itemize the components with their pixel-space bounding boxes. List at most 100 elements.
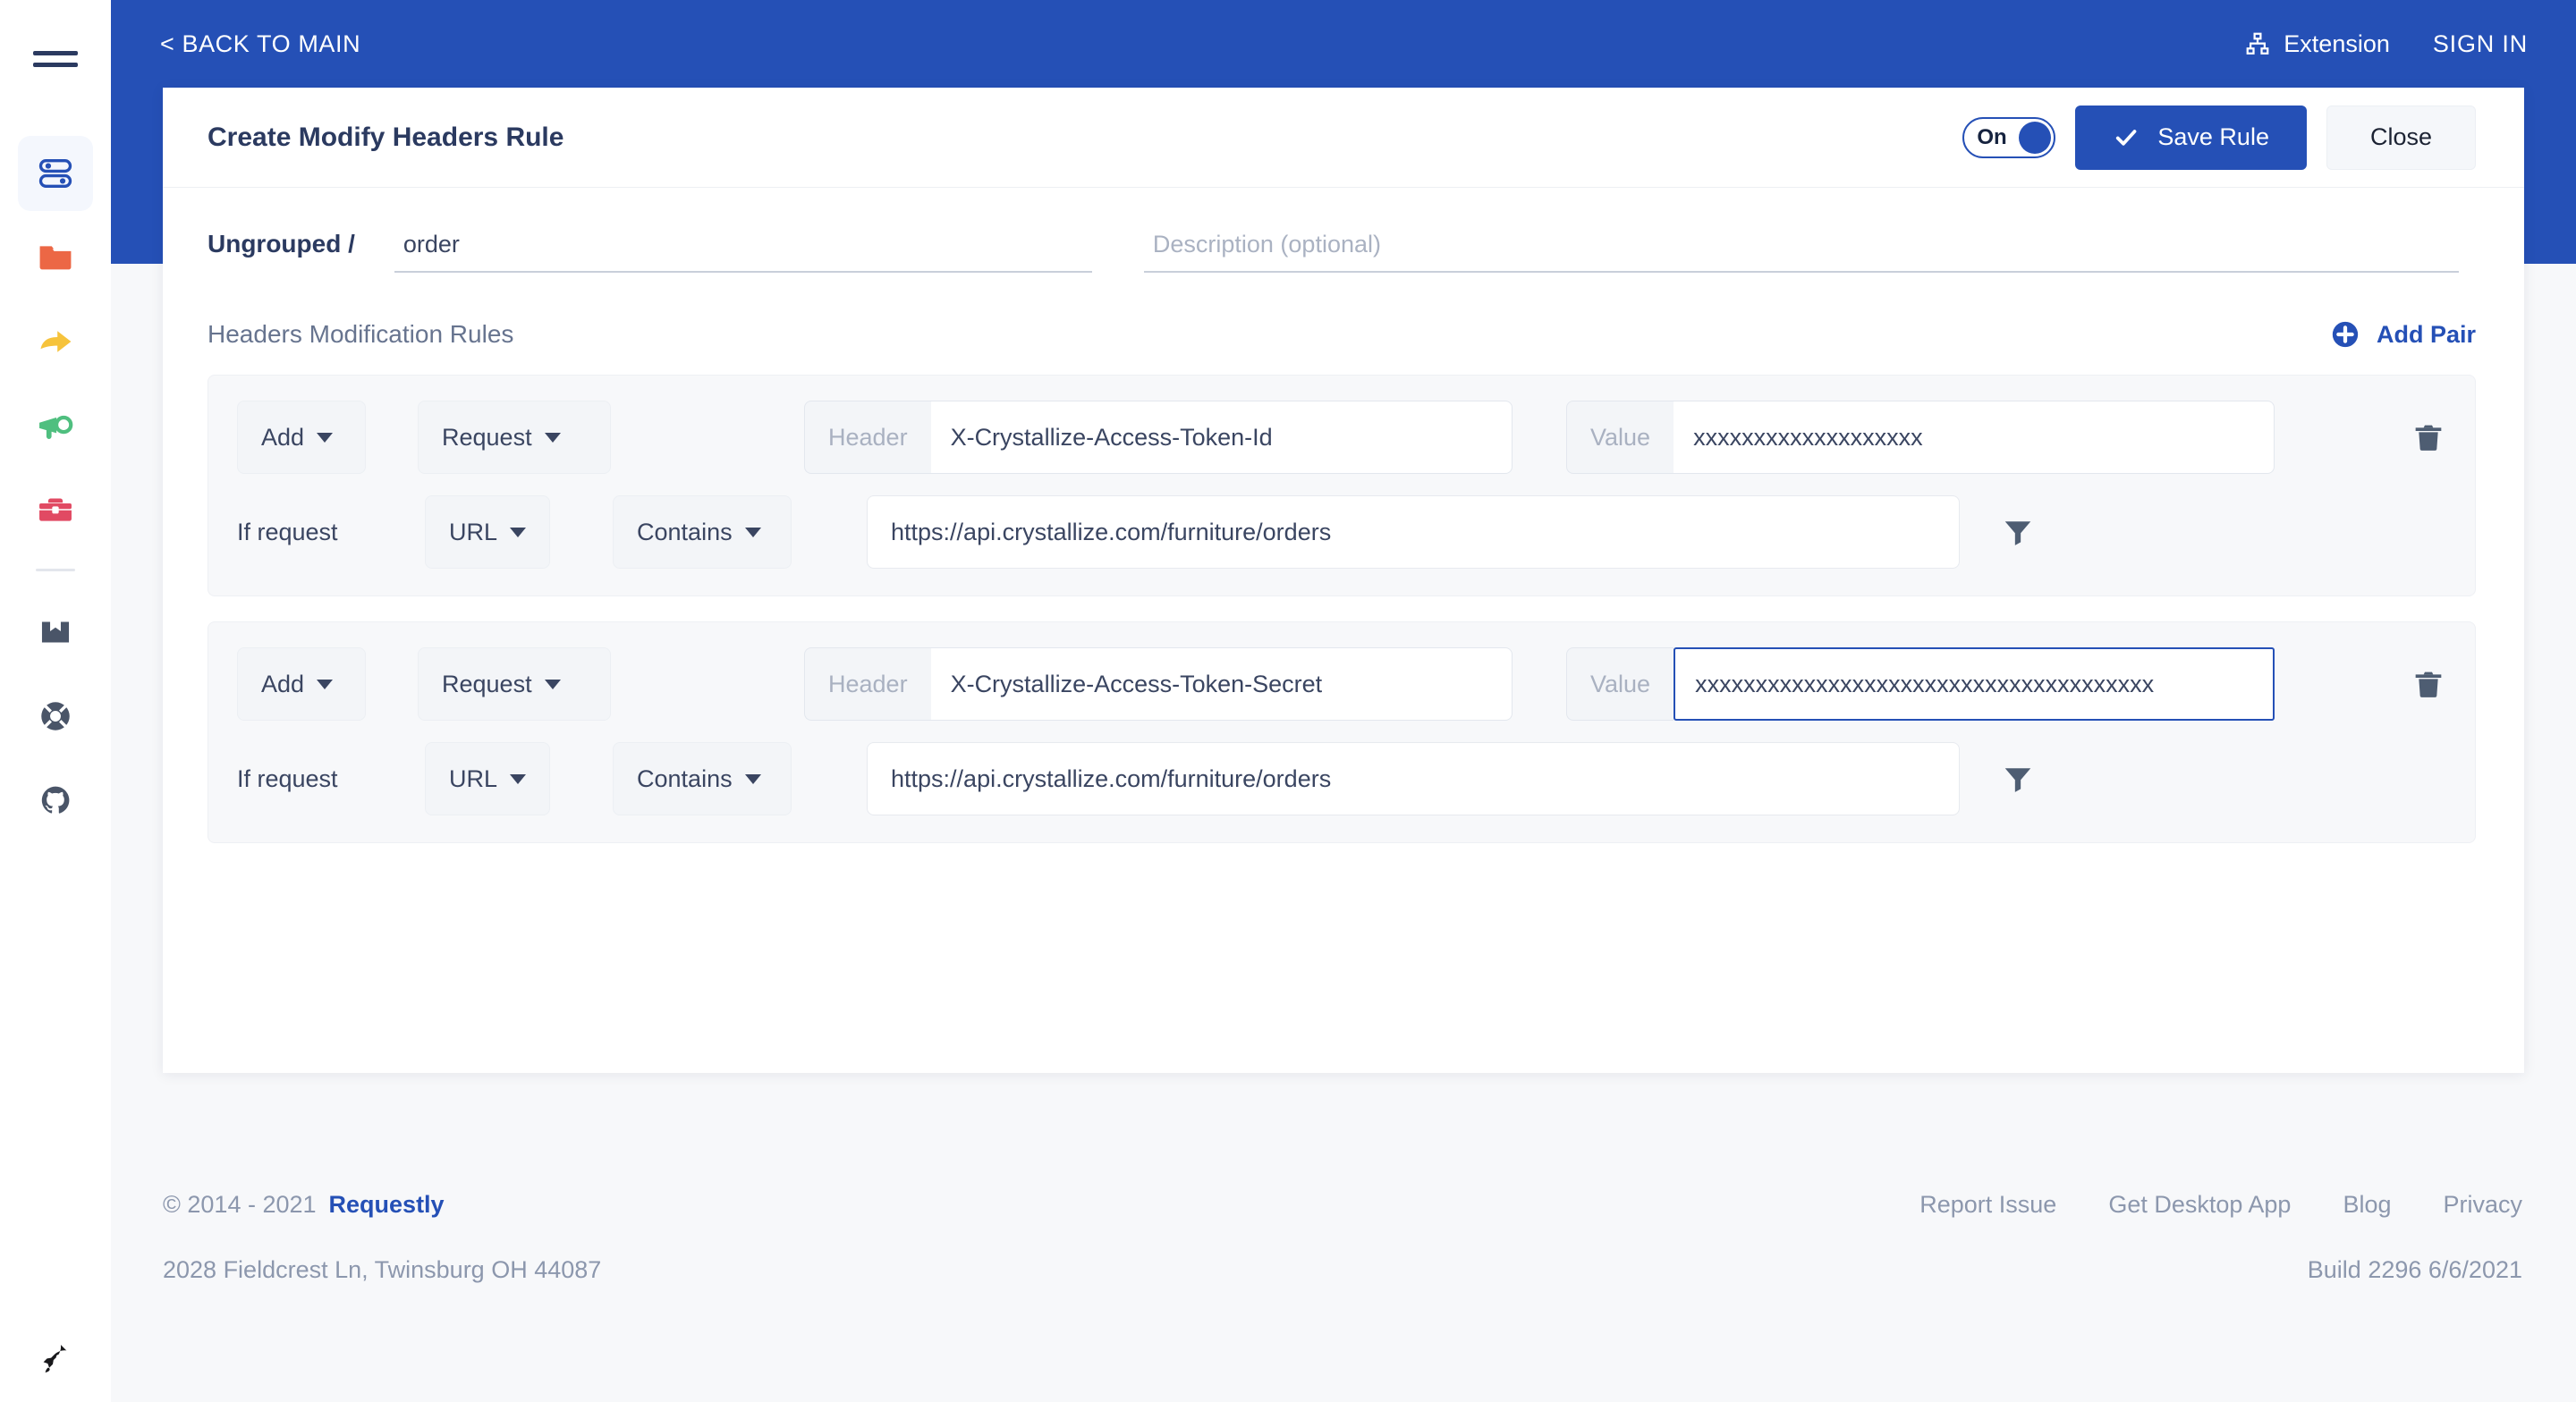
chevron-down-icon (317, 679, 334, 689)
header-pair-modify-row: Add Request Header Value (237, 401, 2446, 474)
toolbox-icon (39, 498, 72, 521)
footer-row-bottom: 2028 Fieldcrest Ln, Twinsburg OH 44087 B… (163, 1256, 2522, 1284)
sidebar-item-sessions[interactable] (18, 304, 93, 379)
source-dropdown-value: URL (449, 764, 498, 792)
rail-bottom-area (0, 1343, 111, 1379)
toggle-knob (2019, 121, 2052, 154)
header-value-field[interactable]: Value (1566, 401, 2275, 474)
megaphone-icon (39, 415, 73, 439)
rule-status-toggle[interactable]: On (1962, 116, 2056, 158)
header-pair-modify-row: Add Request Header Value (237, 647, 2446, 721)
rail-item-list (18, 136, 93, 847)
header-pair-condition-row: If request URL Contains (237, 742, 2446, 815)
header-pair-card: Add Request Header Value (208, 375, 2476, 596)
hamburger-bar (33, 63, 78, 67)
plus-circle-icon (2332, 321, 2359, 348)
lifebuoy-icon (41, 702, 70, 731)
operator-dropdown[interactable]: Contains (613, 742, 792, 815)
rule-description-input[interactable] (1143, 225, 2459, 273)
action-dropdown-value: Add (261, 423, 305, 451)
footer-links: Report Issue Get Desktop App Blog Privac… (1919, 1191, 2522, 1219)
top-navigation-bar: < BACK TO MAIN Extension SIGN IN (111, 0, 2576, 88)
headers-section-title: Headers Modification Rules (208, 320, 514, 348)
chevron-down-icon (744, 773, 761, 784)
footer-link-report-issue[interactable]: Report Issue (1919, 1191, 2056, 1219)
chevron-down-icon (510, 773, 527, 784)
condition-url-input[interactable] (867, 495, 1961, 569)
footer-link-get-desktop-app[interactable]: Get Desktop App (2108, 1191, 2291, 1219)
header-field-prefix: Header (804, 401, 931, 474)
source-dropdown[interactable]: URL (425, 742, 551, 815)
rule-group-label: Ungrouped / (208, 230, 355, 258)
hamburger-bar (33, 51, 78, 55)
add-pair-button[interactable]: Add Pair (2330, 319, 2476, 350)
rule-editor-actions: On Save Rule Close (1962, 105, 2476, 170)
action-dropdown-value: Add (261, 670, 305, 697)
footer-row-top: © 2014 - 2021 Requestly Report Issue Get… (163, 1191, 2522, 1219)
save-rule-label: Save Rule (2157, 123, 2269, 150)
footer-link-privacy[interactable]: Privacy (2443, 1191, 2522, 1219)
book-icon (41, 621, 70, 643)
rule-status-label: On (1977, 124, 2007, 149)
operator-dropdown[interactable]: Contains (613, 495, 792, 569)
target-dropdown[interactable]: Request (418, 647, 611, 721)
action-dropdown[interactable]: Add (237, 647, 366, 721)
header-value-input[interactable] (1674, 401, 2275, 474)
sidebar-item-rules[interactable] (18, 136, 93, 211)
sidebar-item-github[interactable] (18, 763, 93, 838)
delete-pair-button[interactable] (2411, 419, 2446, 455)
chevron-down-icon (544, 432, 561, 443)
sign-in-button[interactable]: SIGN IN (2433, 30, 2528, 58)
condition-url-input[interactable] (867, 742, 1961, 815)
rule-name-input[interactable] (394, 225, 1092, 273)
trash-icon (2415, 425, 2442, 451)
headers-section-row: Headers Modification Rules Add Pair (208, 319, 2476, 350)
sidebar-item-docs[interactable] (18, 595, 93, 670)
extension-link[interactable]: Extension (2244, 30, 2390, 58)
footer-brand-link[interactable]: Requestly (329, 1191, 445, 1219)
header-name-field[interactable]: Header (804, 647, 1513, 721)
header-field-prefix: Header (804, 647, 931, 721)
back-to-main-link[interactable]: < BACK TO MAIN (160, 30, 360, 58)
rule-editor-header: Create Modify Headers Rule On Save Rule … (163, 88, 2524, 188)
footer-build-info: Build 2296 6/6/2021 (2307, 1256, 2522, 1283)
topbar-actions: Extension SIGN IN (2244, 30, 2528, 58)
sidebar-item-announcements[interactable] (18, 388, 93, 463)
sidebar-item-support[interactable] (18, 679, 93, 754)
rail-divider (36, 569, 75, 571)
add-pair-label: Add Pair (2376, 320, 2476, 348)
chevron-down-icon (744, 527, 761, 537)
funnel-icon (2004, 521, 2031, 545)
header-value-input[interactable] (1674, 647, 2275, 721)
header-value-field[interactable]: Value (1566, 647, 2275, 721)
source-dropdown[interactable]: URL (425, 495, 551, 569)
header-name-field[interactable]: Header (804, 401, 1513, 474)
delete-pair-button[interactable] (2411, 666, 2446, 702)
sitemap-icon (2246, 32, 2269, 55)
page-title: Create Modify Headers Rule (208, 122, 564, 152)
save-rule-button[interactable]: Save Rule (2075, 105, 2307, 170)
rocket-icon[interactable] (38, 1343, 73, 1379)
filter-condition-button[interactable] (2001, 762, 2035, 796)
check-icon (2116, 129, 2137, 146)
folder-icon (39, 246, 72, 270)
trash-icon (2415, 671, 2442, 697)
hamburger-menu-icon[interactable] (30, 41, 81, 77)
if-request-label: If request (237, 764, 338, 792)
chevron-down-icon (544, 679, 561, 689)
target-dropdown[interactable]: Request (418, 401, 611, 474)
rules-toggle-icon (38, 159, 72, 188)
close-button[interactable]: Close (2326, 105, 2476, 170)
rule-editor-body: Ungrouped / Headers Modification Rules A… (163, 188, 2524, 843)
header-name-input[interactable] (930, 647, 1513, 721)
filter-condition-button[interactable] (2001, 515, 2035, 549)
header-name-input[interactable] (930, 401, 1513, 474)
footer-link-blog[interactable]: Blog (2343, 1191, 2391, 1219)
rule-name-row: Ungrouped / (208, 225, 2476, 273)
value-field-prefix: Value (1566, 647, 1674, 721)
sidebar-item-tools[interactable] (18, 472, 93, 547)
chevron-down-icon (510, 527, 527, 537)
sidebar-item-files[interactable] (18, 220, 93, 295)
header-pair-condition-row: If request URL Contains (237, 495, 2446, 569)
action-dropdown[interactable]: Add (237, 401, 366, 474)
